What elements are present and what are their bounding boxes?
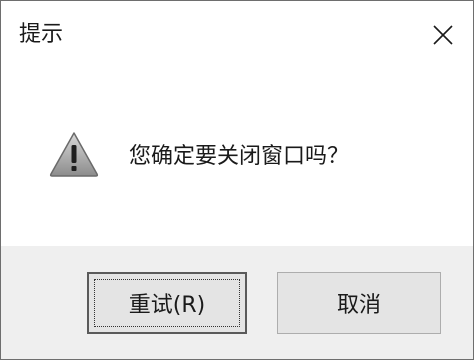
cancel-button[interactable]: 取消 [277,272,441,334]
dialog-title: 提示 [19,22,64,47]
warning-icon [49,132,99,177]
title-bar: 提示 [1,1,473,69]
close-button[interactable] [405,1,473,69]
cancel-button-label: 取消 [336,293,381,318]
button-bar: 重试(R) 取消 [1,246,473,359]
dialog-content: 您确定要关闭窗口吗？ [1,69,473,246]
close-icon [433,25,453,45]
dialog-message: 您确定要关闭窗口吗？ [129,144,350,169]
retry-button[interactable]: 重试(R) [87,272,247,334]
message-dialog: 提示 您确定要关闭窗口吗？ 重试(R) 取消 [0,0,474,360]
retry-button-label: 重试(R) [128,293,206,318]
